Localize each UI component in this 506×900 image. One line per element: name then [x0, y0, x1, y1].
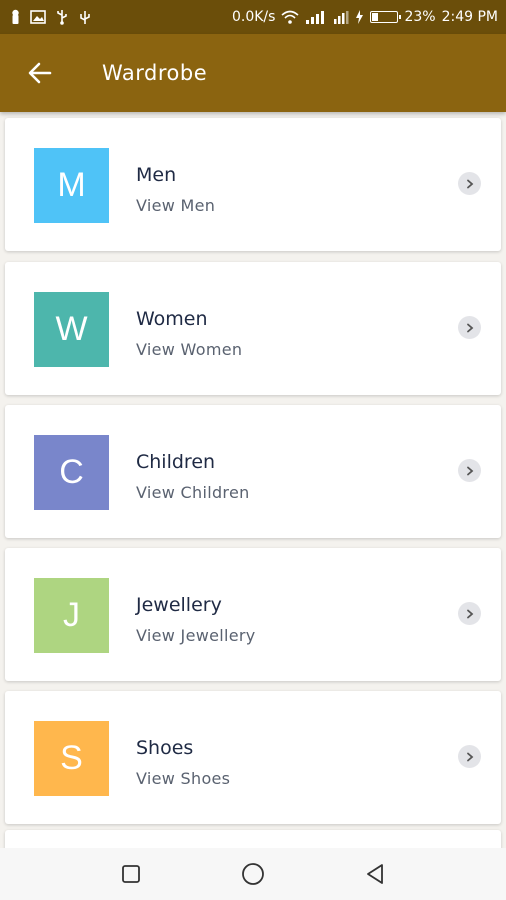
category-subtitle: View Children: [136, 483, 250, 502]
battery-fill: [372, 13, 379, 21]
category-title: Women: [136, 308, 208, 330]
category-subtitle: View Women: [136, 340, 243, 359]
category-avatar: W: [34, 292, 109, 367]
back-triangle-icon: [367, 864, 383, 884]
chevron-right-icon[interactable]: [458, 316, 481, 339]
category-avatar: C: [34, 435, 109, 510]
status-bar: 0.0K/s 23% 2:49 PM: [0, 0, 506, 34]
status-left-icons: [10, 9, 92, 25]
system-nav-bar: [0, 848, 506, 900]
category-subtitle: View Jewellery: [136, 626, 256, 645]
category-title: Shoes: [136, 737, 194, 759]
category-avatar: S: [34, 721, 109, 796]
battery-icon: [370, 11, 402, 23]
status-right-icons: 0.0K/s 23% 2:49 PM: [232, 9, 498, 25]
signal-icon: [305, 10, 327, 24]
chevron-right-icon[interactable]: [458, 459, 481, 482]
category-avatar: M: [34, 148, 109, 223]
app-bar: Wardrobe: [0, 34, 506, 112]
usb-debug-icon: [78, 9, 92, 25]
category-avatar: J: [34, 578, 109, 653]
page-title: Wardrobe: [102, 61, 208, 85]
nav-back-button[interactable]: [355, 854, 395, 894]
category-card-men[interactable]: M Men View Men: [5, 118, 501, 251]
category-title: Men: [136, 164, 177, 186]
recents-square-icon: [122, 865, 140, 883]
charging-icon: [355, 10, 364, 24]
category-card-children[interactable]: C Children View Children: [5, 405, 501, 538]
recents-button[interactable]: [111, 854, 151, 894]
wifi-icon: [281, 10, 299, 24]
network-speed: 0.0K/s: [231, 9, 276, 25]
clock: 2:49 PM: [441, 9, 498, 25]
category-subtitle: View Men: [136, 196, 216, 215]
back-button[interactable]: [26, 59, 54, 87]
home-button[interactable]: [233, 854, 273, 894]
category-list: M Men View Men W Women View Women C Chil…: [0, 112, 506, 848]
chevron-right-icon[interactable]: [458, 602, 481, 625]
chevron-right-icon[interactable]: [458, 745, 481, 768]
category-title: Jewellery: [136, 594, 222, 616]
category-title: Children: [136, 451, 216, 473]
usb-icon: [55, 9, 69, 25]
signal-2-icon: [333, 10, 349, 24]
category-card-shoes[interactable]: S Shoes View Shoes: [5, 691, 501, 824]
chevron-right-icon[interactable]: [458, 172, 481, 195]
category-card-partial[interactable]: [5, 830, 501, 848]
image-icon: [30, 10, 46, 24]
category-card-jewellery[interactable]: J Jewellery View Jewellery: [5, 548, 501, 681]
home-circle-icon: [242, 863, 264, 885]
notification-icon: [10, 9, 21, 25]
category-subtitle: View Shoes: [136, 769, 231, 788]
category-card-women[interactable]: W Women View Women: [5, 262, 501, 395]
arrow-left-icon: [28, 62, 52, 84]
battery-percent: 23%: [404, 9, 436, 25]
